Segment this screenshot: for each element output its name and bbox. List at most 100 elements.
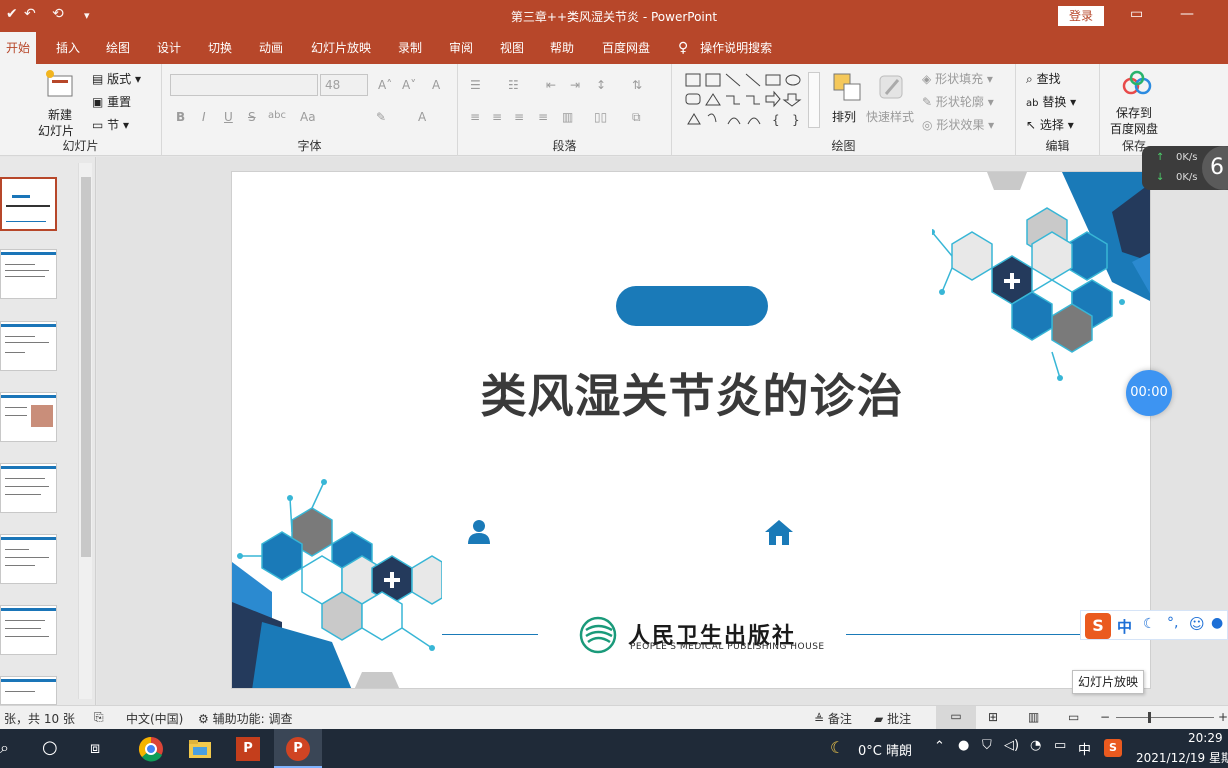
bold-button[interactable]: B <box>176 110 185 124</box>
language-indicator[interactable]: 中文(中国) <box>126 710 183 727</box>
tab-design[interactable]: 设计 <box>151 32 187 64</box>
tab-transitions[interactable]: 切换 <box>202 32 238 64</box>
line-spacing-icon[interactable]: ↕ <box>596 78 606 92</box>
tray-expand-icon[interactable]: ⌃ <box>934 739 945 754</box>
arrange-button[interactable]: 排列 <box>828 70 868 134</box>
tell-me-search[interactable]: ♀ 操作说明搜索 <box>678 32 772 64</box>
columns-icon[interactable]: ▯▯ <box>594 110 607 124</box>
char-spacing-button[interactable]: abc <box>268 110 286 121</box>
justify-icon[interactable]: ≡ <box>538 110 548 124</box>
spellcheck-icon[interactable]: ⎘ <box>94 710 104 725</box>
font-size-select[interactable]: 48 <box>320 74 368 96</box>
battery-icon[interactable]: ▭ <box>1054 738 1066 753</box>
section-button[interactable]: ▭ 节 ▾ <box>92 116 129 133</box>
slide-thumbnail[interactable] <box>0 605 57 655</box>
clear-format-icon[interactable]: A <box>432 78 440 92</box>
distributed-icon[interactable]: ▥ <box>562 110 573 124</box>
replace-button[interactable]: ab 替换 ▾ <box>1026 93 1076 110</box>
current-slide[interactable]: 类风湿关节炎的诊治 人民卫生出版社 PEOPLE'S MEDICAL PUBLI… <box>231 171 1151 689</box>
text-direction-icon[interactable]: ⇅ <box>632 78 642 92</box>
bullets-icon[interactable]: ☰ <box>470 78 481 92</box>
slide-thumbnail[interactable] <box>0 249 57 299</box>
emoji-icon[interactable]: ☺ <box>1189 615 1205 633</box>
new-slide-button[interactable]: 新建 幻灯片 <box>34 68 82 138</box>
ime-toolbar[interactable]: S 中 ☾ °, ☺ ● <box>1080 610 1228 640</box>
font-color-icon[interactable]: A <box>418 110 426 124</box>
align-center-icon[interactable]: ≡ <box>492 110 502 124</box>
increase-font-icon[interactable]: A˄ <box>378 78 392 92</box>
ime-language[interactable]: 中 <box>1117 616 1132 637</box>
tab-animations[interactable]: 动画 <box>253 32 289 64</box>
moon-icon[interactable]: ☾ <box>1143 616 1156 632</box>
zoom-in-icon[interactable]: + <box>1218 710 1228 724</box>
weather-text[interactable]: 0°C 晴朗 <box>858 740 912 759</box>
select-button[interactable]: ↖ 选择 ▾ <box>1026 116 1074 133</box>
change-case-button[interactable]: Aa <box>300 110 316 124</box>
tab-home[interactable]: 开始 <box>0 32 37 64</box>
clock-time[interactable]: 20:29 <box>1188 731 1223 745</box>
align-left-icon[interactable]: ≡ <box>470 110 480 124</box>
zoom-slider-thumb[interactable] <box>1148 712 1151 723</box>
tab-slideshow[interactable]: 幻灯片放映 <box>305 32 377 64</box>
slide-thumbnail[interactable] <box>0 177 57 231</box>
shape-outline-button[interactable]: ✎ 形状轮廓 ▾ <box>922 93 994 110</box>
minimize-icon[interactable]: — <box>1180 6 1194 22</box>
numbering-icon[interactable]: ☷ <box>508 78 519 92</box>
network-icon[interactable]: ◔ <box>1030 738 1041 753</box>
shapes-gallery-scroll[interactable] <box>808 72 820 128</box>
chrome-icon[interactable] <box>138 736 164 762</box>
accessibility-indicator[interactable]: ⚙ 辅助功能: 调查 <box>198 710 292 727</box>
slide-thumbnail[interactable] <box>0 534 57 584</box>
network-speed-widget[interactable]: ↑ 0K/s ↓ 0K/s 6 <box>1142 146 1228 190</box>
slideshow-view-icon[interactable]: ▭ <box>1068 710 1079 724</box>
input-method-indicator[interactable]: 中 <box>1078 739 1091 758</box>
slide-thumbnail[interactable] <box>0 463 57 513</box>
tab-view[interactable]: 视图 <box>494 32 530 64</box>
decrease-indent-icon[interactable]: ⇤ <box>546 78 556 92</box>
file-explorer-icon[interactable] <box>188 737 212 761</box>
powerpoint-taskbar-button[interactable]: P <box>274 729 322 768</box>
font-family-select[interactable] <box>170 74 318 96</box>
reading-view-icon[interactable]: ▥ <box>1028 710 1039 724</box>
login-button[interactable]: 登录 <box>1058 6 1104 26</box>
layout-button[interactable]: ▤ 版式 ▾ <box>92 70 141 87</box>
tab-record[interactable]: 录制 <box>392 32 428 64</box>
recording-timer[interactable]: 00:00 <box>1126 370 1172 416</box>
align-right-icon[interactable]: ≡ <box>514 110 524 124</box>
find-button[interactable]: ⌕ 查找 <box>1026 70 1061 87</box>
slide-sorter-icon[interactable]: ⊞ <box>988 710 998 724</box>
task-view-icon[interactable]: ⧈ <box>90 738 100 758</box>
slide-thumbnail[interactable] <box>0 321 57 371</box>
zoom-slider[interactable] <box>1116 717 1214 718</box>
shapes-gallery[interactable]: { } <box>684 72 816 128</box>
thumbnails-scrollbar[interactable] <box>78 163 92 699</box>
shape-fill-button[interactable]: ◈ 形状填充 ▾ <box>922 70 993 87</box>
slide-title[interactable]: 类风湿关节炎的诊治 <box>232 360 1150 426</box>
search-icon[interactable]: ⌕ <box>0 738 9 758</box>
microphone-tray-icon[interactable]: ● <box>958 738 969 753</box>
normal-view-icon[interactable]: ▭ <box>936 706 976 729</box>
punctuation-icon[interactable]: °, <box>1167 615 1178 631</box>
increase-indent-icon[interactable]: ⇥ <box>570 78 580 92</box>
zoom-out-icon[interactable]: − <box>1100 710 1110 724</box>
ribbon-display-icon[interactable]: ▭ <box>1130 6 1143 22</box>
volume-icon[interactable]: ◁) <box>1004 738 1019 753</box>
comments-button[interactable]: ▰ 批注 <box>874 710 911 727</box>
notes-button[interactable]: ≜ 备注 <box>814 710 852 727</box>
decrease-font-icon[interactable]: A˅ <box>402 78 416 92</box>
tab-baidu-netdisk[interactable]: 百度网盘 <box>596 32 656 64</box>
sogou-tray-icon[interactable]: S <box>1104 739 1122 757</box>
tab-draw[interactable]: 绘图 <box>100 32 136 64</box>
highlight-icon[interactable]: ✎ <box>376 110 386 124</box>
tab-insert[interactable]: 插入 <box>50 32 86 64</box>
quick-styles-button[interactable]: 快速样式 <box>866 70 918 134</box>
shape-effects-button[interactable]: ◎ 形状效果 ▾ <box>922 116 994 133</box>
underline-button[interactable]: U <box>224 110 233 124</box>
security-shield-icon[interactable]: ⛉ <box>982 738 992 753</box>
smartart-icon[interactable]: ⧉ <box>632 110 641 125</box>
italic-button[interactable]: I <box>202 110 206 124</box>
save-to-baidu-button[interactable]: 保存到 百度网盘 <box>1106 68 1166 138</box>
microphone-icon[interactable]: ● <box>1211 615 1223 631</box>
slide-thumbnail[interactable] <box>0 676 57 705</box>
tab-help[interactable]: 帮助 <box>544 32 580 64</box>
